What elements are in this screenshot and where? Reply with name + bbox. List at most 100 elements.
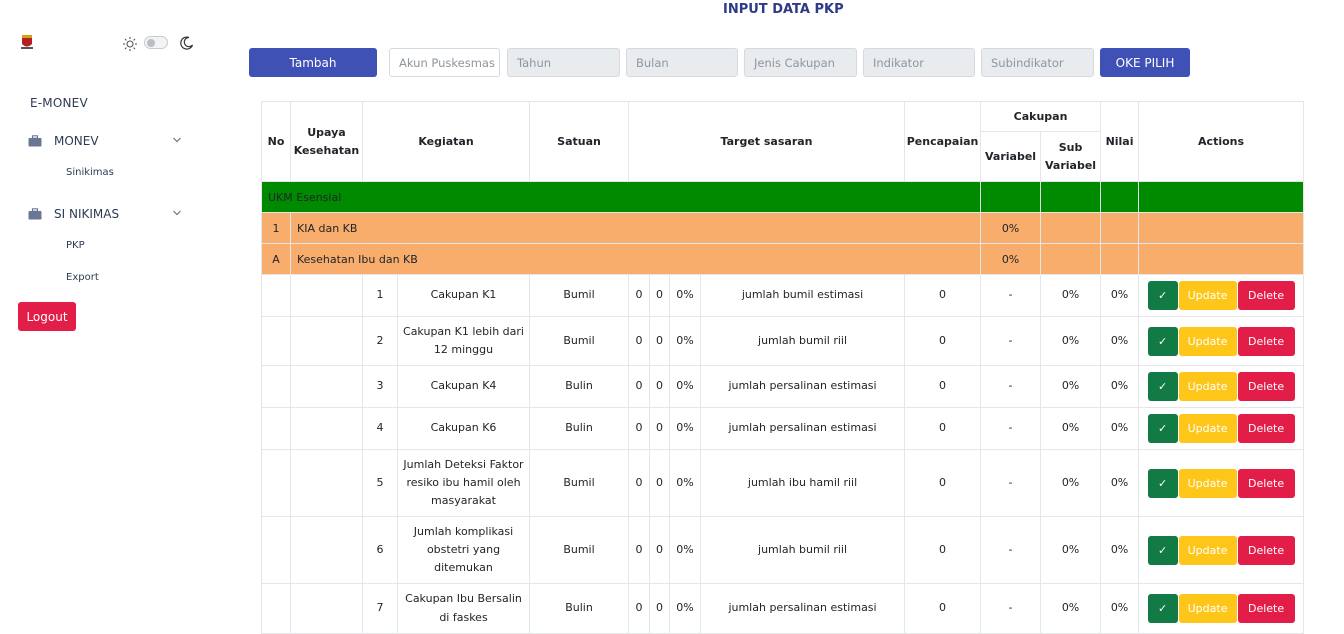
row-sub-variabel: 0% [1040,449,1102,517]
row-target-2: 0 [649,449,670,517]
menu-group-label: MONEV [54,134,99,148]
row-pencapaian: 0 [904,516,982,584]
header-kegiatan: Kegiatan [362,101,530,182]
delete-button[interactable]: Delete [1237,281,1295,310]
confirm-button[interactable]: ✓ [1147,281,1178,310]
submenu-item-pkp[interactable]: PKP [66,240,85,251]
table-row: 5 Jumlah Deteksi Faktor resiko ibu hamil … [261,449,1305,517]
filter-bulan[interactable]: Bulan [626,48,738,77]
cell-empty-no [261,407,291,450]
delete-button[interactable]: Delete [1237,414,1295,443]
row-satuan: Bulin [529,407,629,450]
moon-icon[interactable] [180,36,194,50]
group-row: A Kesehatan Ibu dan KB 0% [261,243,1305,275]
row-variabel: - [980,316,1042,366]
confirm-button[interactable]: ✓ [1147,372,1178,401]
row-no: 1 [362,274,398,317]
row-nilai: 0% [1100,407,1140,450]
delete-button[interactable]: Delete [1237,594,1295,623]
confirm-button[interactable]: ✓ [1147,414,1178,443]
cell-empty-no [261,365,291,408]
row-target-3: 0% [669,407,701,450]
group-row: 1 KIA dan KB 0% [261,212,1305,244]
page-title: INPUT DATA PKP [723,2,844,17]
sun-icon[interactable] [122,36,138,52]
filter-akun-puskesmas[interactable]: Akun Puskesmas [389,48,500,77]
row-variabel: - [980,449,1042,517]
update-button[interactable]: Update [1178,594,1237,623]
update-button[interactable]: Update [1178,535,1237,565]
delete-button[interactable]: Delete [1237,535,1295,565]
row-pencapaian: 0 [904,583,982,634]
row-satuan: Bumil [529,449,629,517]
cell-empty-no [261,516,291,584]
update-button[interactable]: Update [1178,326,1237,356]
row-satuan: Bumil [529,274,629,317]
delete-button[interactable]: Delete [1237,372,1295,401]
menu-group-si-nikimas[interactable]: SI NIKIMAS [28,204,188,224]
header-variabel: Variabel [980,131,1042,182]
brand-label[interactable]: E-MONEV [30,96,88,110]
filter-tahun[interactable]: Tahun [507,48,620,77]
chevron-down-icon [173,210,181,216]
cell-empty-upaya [290,449,363,517]
row-kegiatan: Cakupan K1 [397,274,530,317]
row-target-3: 0% [669,274,701,317]
section-row: UKM Esensial [260,181,1305,213]
confirm-button[interactable]: ✓ [1147,326,1178,356]
header-pencapaian: Pencapaian [904,101,982,182]
delete-button[interactable]: Delete [1237,468,1295,498]
row-pencapaian: 0 [904,365,982,408]
ok-pilih-button[interactable]: OKE PILIH [1100,48,1190,77]
table-row: 7 Cakupan Ibu Bersalin di faskes Bulin 0 0 0%… [261,583,1305,634]
row-satuan: Bumil [529,516,629,584]
row-kegiatan: Cakupan Ibu Bersalin di faskes [397,583,530,634]
group-name: Kesehatan Ibu dan KB [289,243,982,275]
add-button[interactable]: Tambah [249,48,377,77]
confirm-button[interactable]: ✓ [1147,468,1178,498]
section-label: UKM Esensial [260,181,982,213]
section-cell [1040,181,1102,213]
row-target-label: jumlah bumil estimasi [699,274,906,317]
logout-button[interactable]: Logout [18,302,76,331]
row-nilai: 0% [1100,583,1140,634]
row-variabel: - [980,274,1042,317]
confirm-button[interactable]: ✓ [1147,594,1178,623]
submenu-item-export[interactable]: Export [66,272,99,283]
row-target-1: 0 [628,449,650,517]
menu-group-monev[interactable]: MONEV [28,131,188,151]
cell-empty-upaya [290,274,363,317]
header-upaya: Upaya Kesehatan [290,101,363,182]
group-cell [1138,243,1305,275]
submenu-item-sinikimas[interactable]: Sinikimas [66,167,114,178]
cell-empty-no [261,316,291,366]
row-sub-variabel: 0% [1040,316,1102,366]
row-satuan: Bulin [529,365,629,408]
update-button[interactable]: Update [1178,414,1237,443]
row-kegiatan: Cakupan K6 [397,407,530,450]
update-button[interactable]: Update [1178,372,1237,401]
header-cakupan: Cakupan [980,101,1102,132]
group-no: A [261,243,291,275]
filter-indikator[interactable]: Indikator [863,48,975,77]
row-target-label: jumlah bumil riil [699,516,906,584]
update-button[interactable]: Update [1178,281,1237,310]
cell-empty-upaya [290,316,363,366]
update-button[interactable]: Update [1178,468,1237,498]
row-target-3: 0% [669,583,701,634]
group-cell [1040,243,1102,275]
row-sub-variabel: 0% [1040,407,1102,450]
row-nilai: 0% [1100,516,1140,584]
group-cell [1138,212,1305,244]
confirm-button[interactable]: ✓ [1147,535,1178,565]
delete-button[interactable]: Delete [1237,326,1295,356]
group-cell [1100,212,1140,244]
row-target-3: 0% [669,365,701,408]
row-target-2: 0 [649,365,670,408]
row-target-2: 0 [649,516,670,584]
filter-subindikator[interactable]: Subindikator [981,48,1094,77]
row-nilai: 0% [1100,365,1140,408]
filter-jenis-cakupan[interactable]: Jenis Cakupan [744,48,857,77]
row-variabel: - [980,516,1042,584]
theme-toggle[interactable] [144,36,168,49]
